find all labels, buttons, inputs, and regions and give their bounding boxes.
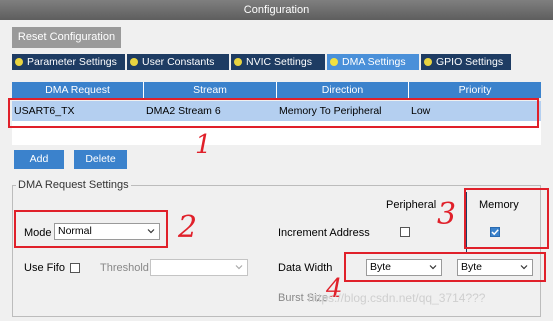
column-header-priority[interactable]: Priority	[409, 82, 541, 98]
chevron-down-icon	[235, 265, 243, 270]
status-dot-icon	[15, 58, 23, 66]
add-button[interactable]: Add	[14, 150, 64, 169]
dma-table-header: DMA Request Stream Direction Priority	[12, 82, 541, 98]
increment-address-label: Increment Address	[278, 227, 370, 239]
use-fifo-checkbox[interactable]	[70, 263, 80, 273]
chevron-down-icon	[429, 265, 437, 270]
window-title: Configuration	[0, 0, 553, 20]
annotation-number-1: 1	[195, 130, 212, 160]
threshold-select[interactable]	[150, 259, 248, 276]
data-width-label: Data Width	[278, 262, 333, 274]
mode-select[interactable]: Normal	[54, 223, 160, 240]
tab-dma-settings[interactable]: DMA Settings	[327, 54, 419, 70]
settings-tabs: Parameter Settings User Constants NVIC S…	[12, 54, 513, 70]
use-fifo-label: Use Fifo	[24, 262, 65, 274]
peripheral-data-width-select[interactable]: Byte	[366, 259, 442, 276]
mode-label: Mode	[24, 227, 52, 239]
column-header-dma-request[interactable]: DMA Request	[12, 82, 144, 98]
reset-configuration-button[interactable]: Reset Configuration	[12, 27, 121, 48]
memory-increment-checkbox[interactable]	[490, 227, 500, 237]
chevron-down-icon	[147, 229, 155, 234]
column-header-direction[interactable]: Direction	[277, 82, 409, 98]
annotation-box-3	[464, 188, 549, 249]
delete-button[interactable]: Delete	[74, 150, 127, 169]
chevron-down-icon	[520, 265, 528, 270]
peripheral-header: Peripheral	[386, 199, 437, 211]
peripheral-increment-checkbox[interactable]	[400, 227, 410, 237]
memory-data-width-select[interactable]: Byte	[457, 259, 533, 276]
column-header-stream[interactable]: Stream	[144, 82, 277, 98]
status-dot-icon	[330, 58, 338, 66]
annotation-number-2: 2	[178, 210, 198, 245]
tab-gpio-settings[interactable]: GPIO Settings	[421, 54, 511, 70]
tab-user-constants[interactable]: User Constants	[127, 54, 229, 70]
checkmark-icon	[491, 229, 499, 236]
tab-nvic-settings[interactable]: NVIC Settings	[231, 54, 325, 70]
annotation-box-1	[8, 98, 539, 128]
group-title: DMA Request Settings	[16, 179, 131, 191]
tab-parameter-settings[interactable]: Parameter Settings	[12, 54, 125, 70]
status-dot-icon	[130, 58, 138, 66]
annotation-number-3: 3	[437, 197, 457, 232]
status-dot-icon	[234, 58, 242, 66]
watermark: https://blog.csdn.net/qq_3714???	[308, 291, 486, 305]
status-dot-icon	[424, 58, 432, 66]
threshold-label: Threshold	[100, 262, 149, 274]
